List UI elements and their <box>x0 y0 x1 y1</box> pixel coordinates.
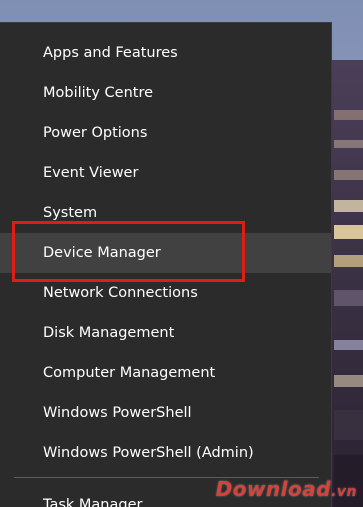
menu-item-system[interactable]: System <box>0 193 331 233</box>
menu-item-power-options[interactable]: Power Options <box>0 113 331 153</box>
menu-item-apps-and-features[interactable]: Apps and Features <box>0 33 331 73</box>
menu-item-computer-management[interactable]: Computer Management <box>0 353 331 393</box>
menu-item-device-manager[interactable]: Device Manager <box>0 233 331 273</box>
menu-item-event-viewer[interactable]: Event Viewer <box>0 153 331 193</box>
watermark-text: Download <box>215 477 332 501</box>
menu-item-windows-powershell-admin[interactable]: Windows PowerShell (Admin) <box>0 433 331 473</box>
watermark-ext: .vn <box>331 484 357 500</box>
menu-item-disk-management[interactable]: Disk Management <box>0 313 331 353</box>
menu-item-mobility-centre[interactable]: Mobility Centre <box>0 73 331 113</box>
screenshot-root: Apps and Features Mobility Centre Power … <box>0 0 363 507</box>
menu-item-windows-powershell[interactable]: Windows PowerShell <box>0 393 331 433</box>
watermark-logo: Download.vn <box>216 477 357 507</box>
menu-item-network-connections[interactable]: Network Connections <box>0 273 331 313</box>
quick-link-menu: Apps and Features Mobility Centre Power … <box>0 22 332 507</box>
